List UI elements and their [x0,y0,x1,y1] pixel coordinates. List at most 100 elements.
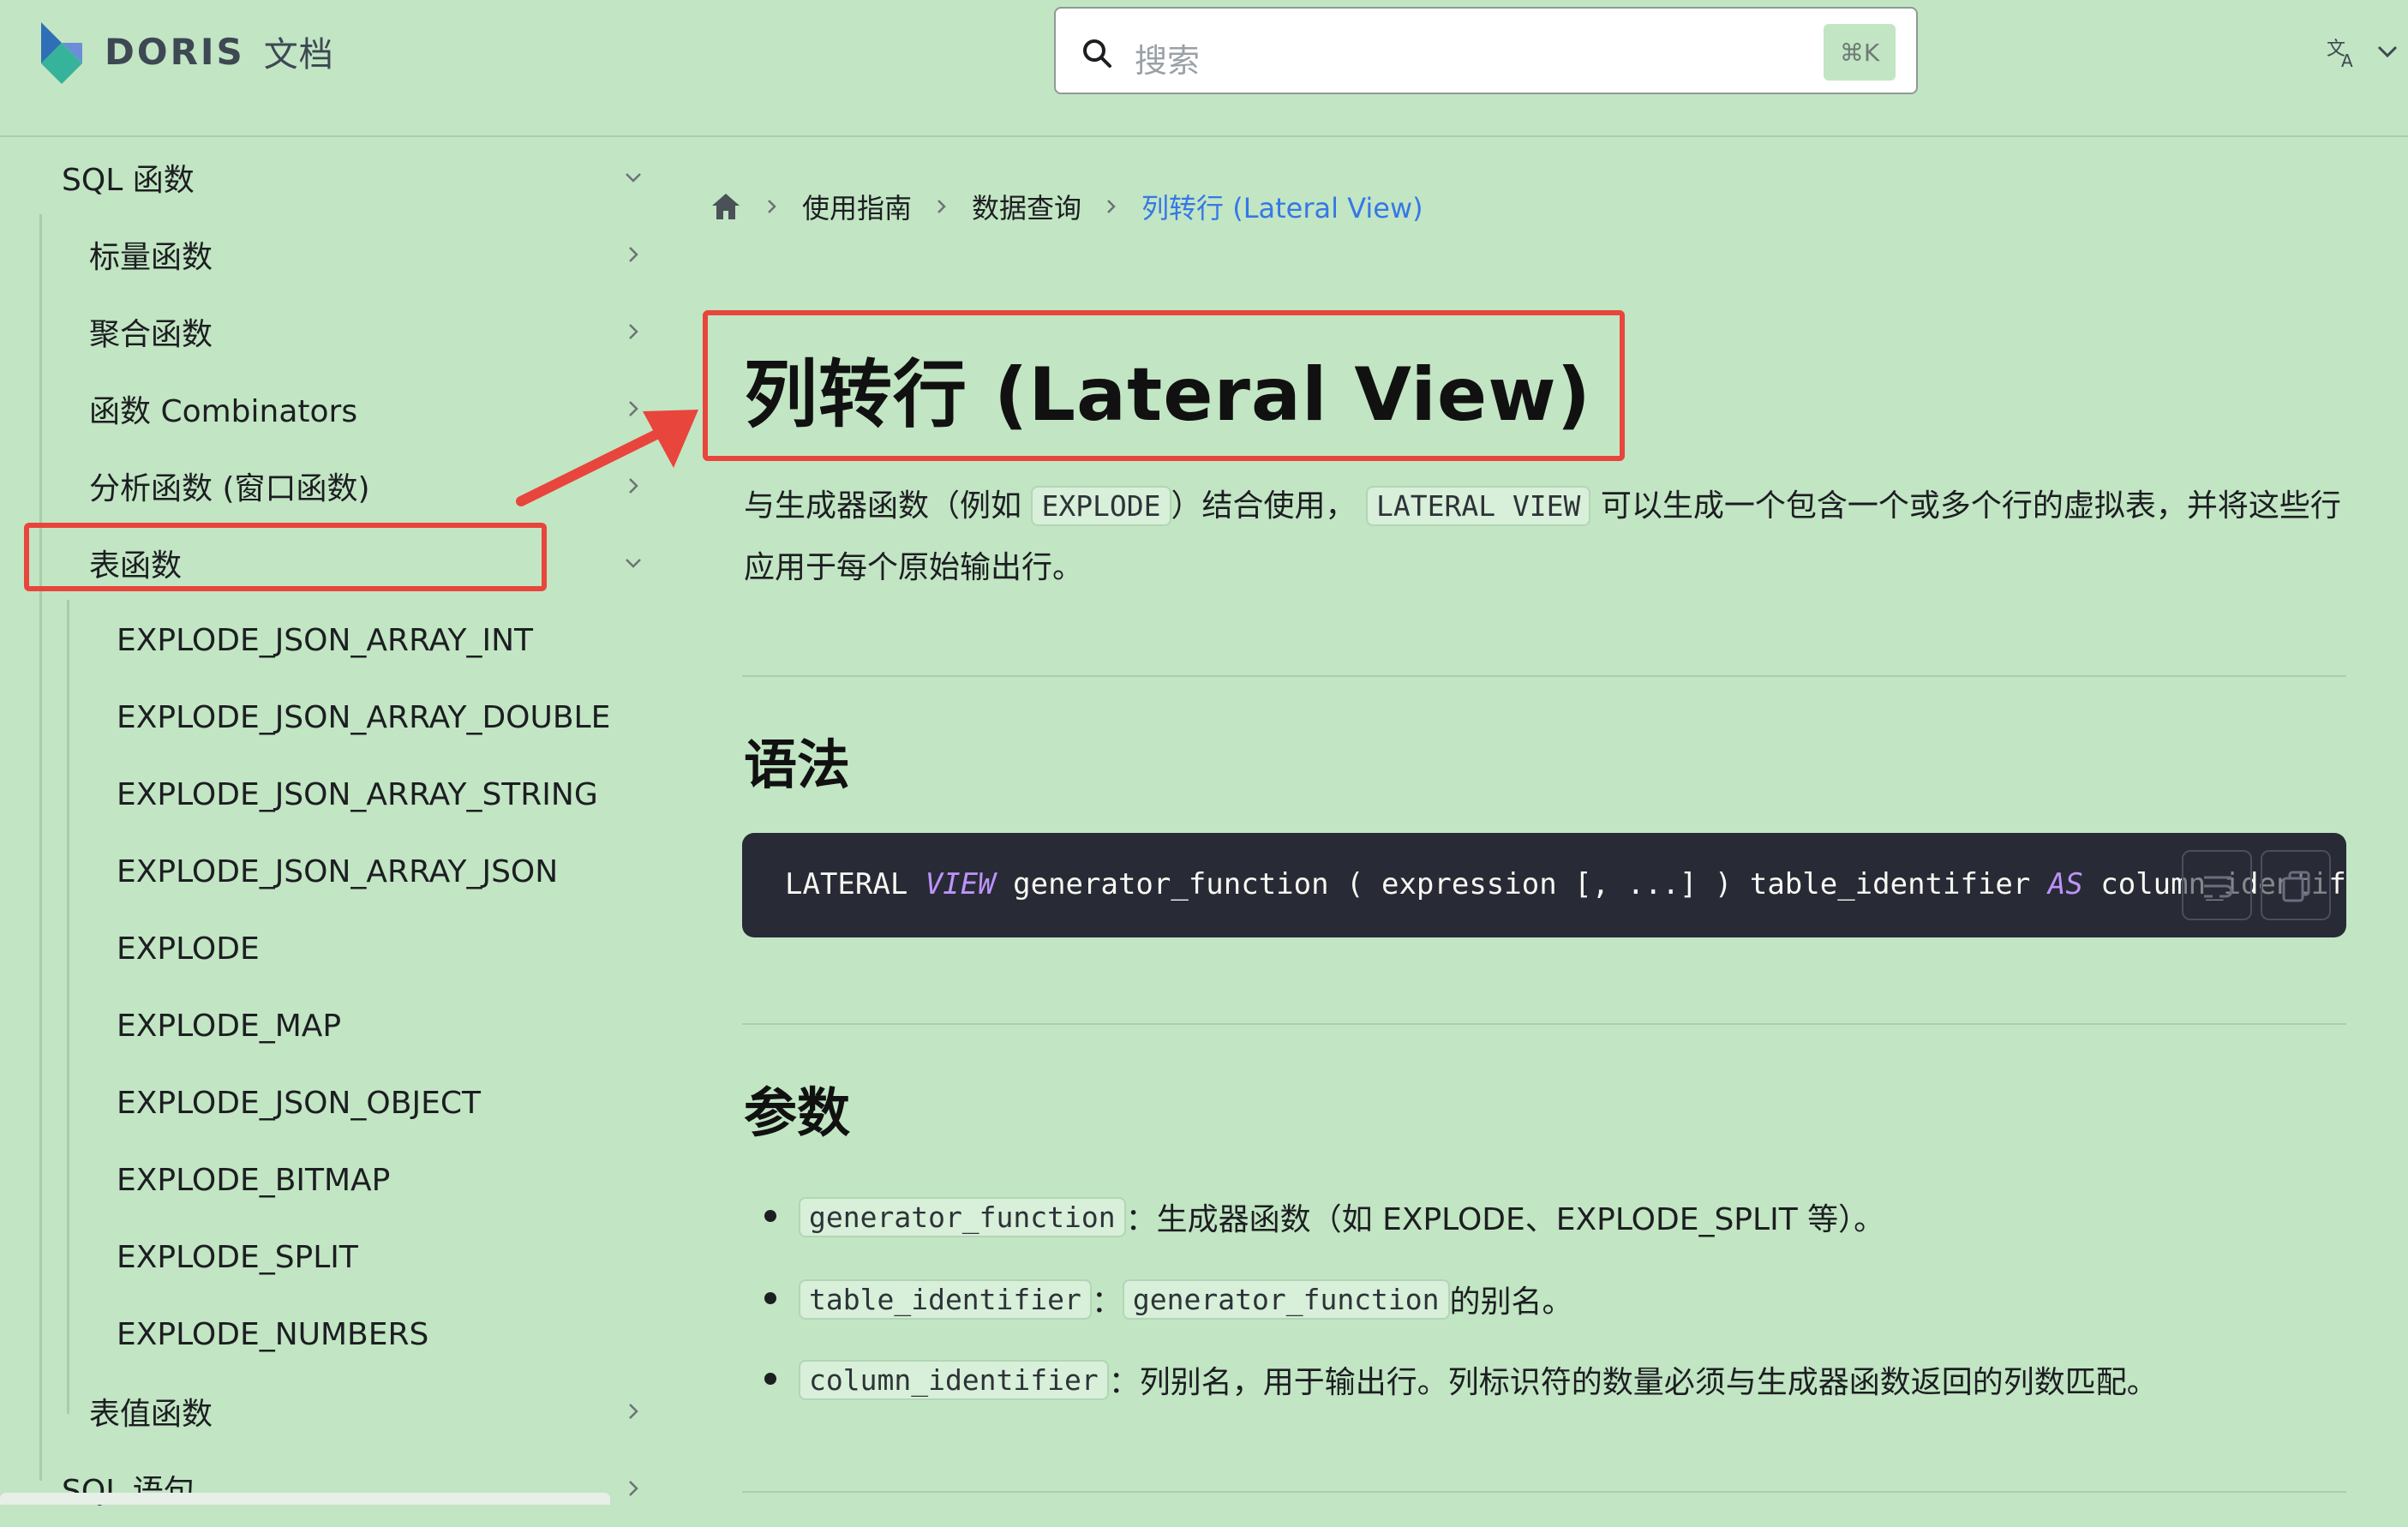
intro-paragraph: 与生成器函数（例如 EXPLODE ）结合使用， LATERAL VIEW 可以生… [744,476,2355,599]
home-icon[interactable] [710,190,742,223]
sidebar-item-label: EXPLODE [117,931,260,967]
sidebar-guide-line-nested [67,600,69,1414]
sidebar-item-explode-numbers[interactable]: EXPLODE_NUMBERS [117,1296,428,1373]
sidebar-item-sql-functions[interactable]: SQL 函数 [62,139,195,216]
doris-logo-icon[interactable] [36,19,87,84]
breadcrumb-item[interactable]: 数据查询 [972,187,1081,226]
sidebar-item-explode-json-array-int[interactable]: EXPLODE_JSON_ARRAY_INT [117,602,533,679]
inline-code: generator_function [1122,1278,1450,1320]
list-item-text: ： [1091,1284,1123,1320]
sidebar-item-label: 分析函数 (窗口函数) [89,471,370,506]
code-token: generator_function ( expression [, ...] … [995,867,2048,901]
inline-code: generator_function [799,1196,1126,1237]
code-token: LATERAL [785,867,925,901]
list-item-text: 的别名。 [1449,1284,1573,1320]
sidebar-item-aggregate-functions[interactable]: 聚合函数 [89,293,213,370]
highlight-box-table-functions [24,523,547,591]
sidebar-item-analytic-functions[interactable]: 分析函数 (窗口函数) [89,447,370,524]
inline-code: table_identifier [799,1278,1092,1320]
code-keyword: VIEW [925,867,996,901]
code-line: LATERAL VIEW generator_function ( expres… [785,867,2346,901]
inline-code: column_identifier [799,1359,1109,1400]
breadcrumb-item[interactable]: 使用指南 [802,187,912,226]
sidebar-item-explode-json-object[interactable]: EXPLODE_JSON_OBJECT [117,1064,481,1141]
top-navbar: DORIS 文档 搜索 ⌘K 文 A [0,0,2408,137]
highlight-box-title [703,310,1625,461]
search-box[interactable]: 搜索 ⌘K [1054,7,1918,94]
sidebar-item-label: 标量函数 [89,240,213,275]
sidebar-item-label: EXPLODE_JSON_OBJECT [117,1085,481,1121]
search-placeholder: 搜索 [1135,42,1201,80]
sidebar-item-function-combinators[interactable]: 函数 Combinators [89,370,357,447]
code-block[interactable]: LATERAL VIEW generator_function ( expres… [742,833,2346,937]
sidebar-item-label: EXPLODE_MAP [117,1008,342,1044]
sidebar-scroll-bar[interactable] [0,1493,610,1505]
section-heading-parameters: 参数 [744,1081,851,1144]
sidebar-item-explode-bitmap[interactable]: EXPLODE_BITMAP [117,1141,390,1219]
section-divider [742,1023,2346,1025]
sidebar-item-label: EXPLODE_NUMBERS [117,1316,429,1352]
brand-name: DORIS [105,30,245,73]
list-bullet [764,1292,776,1304]
translate-icon[interactable]: 文 A [2326,34,2360,69]
list-item: generator_function ：生成器函数（如 EXPLODE、EXPLO… [799,1191,1884,1243]
chevron-right-icon [1107,200,1116,213]
sidebar-item-explode-json-array-json[interactable]: EXPLODE_JSON_ARRAY_JSON [117,833,558,910]
chevron-down-icon[interactable] [2375,41,2399,62]
sidebar-item-label: EXPLODE_BITMAP [117,1162,391,1198]
chevron-right-icon [937,200,946,213]
wrap-icon [2204,876,2233,898]
sidebar-item-scalar-functions[interactable]: 标量函数 [89,216,213,293]
sidebar: SQL 函数 标量函数 聚合函数 函数 Combinators 分析函数 (窗口… [0,139,677,1509]
breadcrumb-current: 列转行 (Lateral View) [1141,192,1423,225]
sidebar-guide-line [39,214,42,1481]
list-bullet [764,1373,776,1385]
brand-suffix: 文档 [263,35,334,75]
chevron-right-icon[interactable] [624,1402,643,1421]
section-divider [742,1491,2346,1493]
chevron-right-icon[interactable] [624,1479,643,1498]
word-wrap-button[interactable] [2182,850,2252,920]
chevron-right-icon[interactable] [624,245,643,264]
breadcrumb: 使用指南 数据查询 列转行 (Lateral View) [710,185,1423,228]
chevron-down-icon[interactable] [624,168,643,187]
chevron-right-icon [768,200,776,213]
list-item: column_identifier ：列别名，用于输出行。列标识符的数量必须与生成… [799,1354,2158,1405]
sidebar-item-explode[interactable]: EXPLODE [117,910,260,987]
sidebar-item-sql-statements[interactable]: SQL 语句 [62,1450,195,1527]
sidebar-item-table-valued-functions[interactable]: 表值函数 [89,1373,213,1450]
chevron-down-icon[interactable] [624,554,643,572]
intro-text: ）结合使用， [1171,488,1357,524]
copy-button[interactable] [2261,850,2331,920]
sidebar-item-label: 聚合函数 [89,317,213,352]
list-item-text: ：列别名，用于输出行。列标识符的数量必须与生成器函数返回的列数匹配。 [1108,1365,2158,1400]
sidebar-item-label: 函数 Combinators [89,394,358,429]
list-bullet [764,1210,776,1222]
sidebar-item-explode-json-array-string[interactable]: EXPLODE_JSON_ARRAY_STRING [117,756,598,833]
sidebar-item-explode-split[interactable]: EXPLODE_SPLIT [117,1219,358,1296]
annotation-arrow-icon [516,410,698,506]
sidebar-item-label: EXPLODE_JSON_ARRAY_INT [117,622,533,658]
sidebar-item-label: 表值函数 [89,1397,213,1432]
chevron-right-icon[interactable] [624,322,643,341]
search-shortcut-badge: ⌘K [1824,24,1896,81]
svg-text:A: A [2341,51,2353,69]
section-divider [742,675,2346,677]
sidebar-item-label: EXPLODE_JSON_ARRAY_DOUBLE [117,699,611,735]
search-icon [1083,39,1111,68]
sidebar-item-label: EXPLODE_JSON_ARRAY_JSON [117,853,559,889]
list-item-text: ：生成器函数（如 EXPLODE、EXPLODE_SPLIT 等）。 [1125,1202,1885,1237]
section-heading-syntax: 语法 [744,734,851,796]
sidebar-item-explode-map[interactable]: EXPLODE_MAP [117,987,341,1064]
sidebar-item-explode-json-array-double[interactable]: EXPLODE_JSON_ARRAY_DOUBLE [117,679,610,756]
intro-text: 与生成器函数（例如 [744,488,1032,524]
inline-code: LATERAL VIEW [1366,486,1591,526]
list-item: table_identifier： generator_function 的别名。 [799,1273,1573,1325]
inline-code: EXPLODE [1031,486,1171,526]
sidebar-item-label: EXPLODE_JSON_ARRAY_STRING [117,776,598,812]
sidebar-item-label: EXPLODE_SPLIT [117,1239,358,1275]
code-keyword: AS [2047,867,2083,901]
copy-icon [2282,871,2310,902]
brand[interactable]: DORIS 文档 [105,26,334,77]
sidebar-item-label: SQL 函数 [62,163,195,198]
